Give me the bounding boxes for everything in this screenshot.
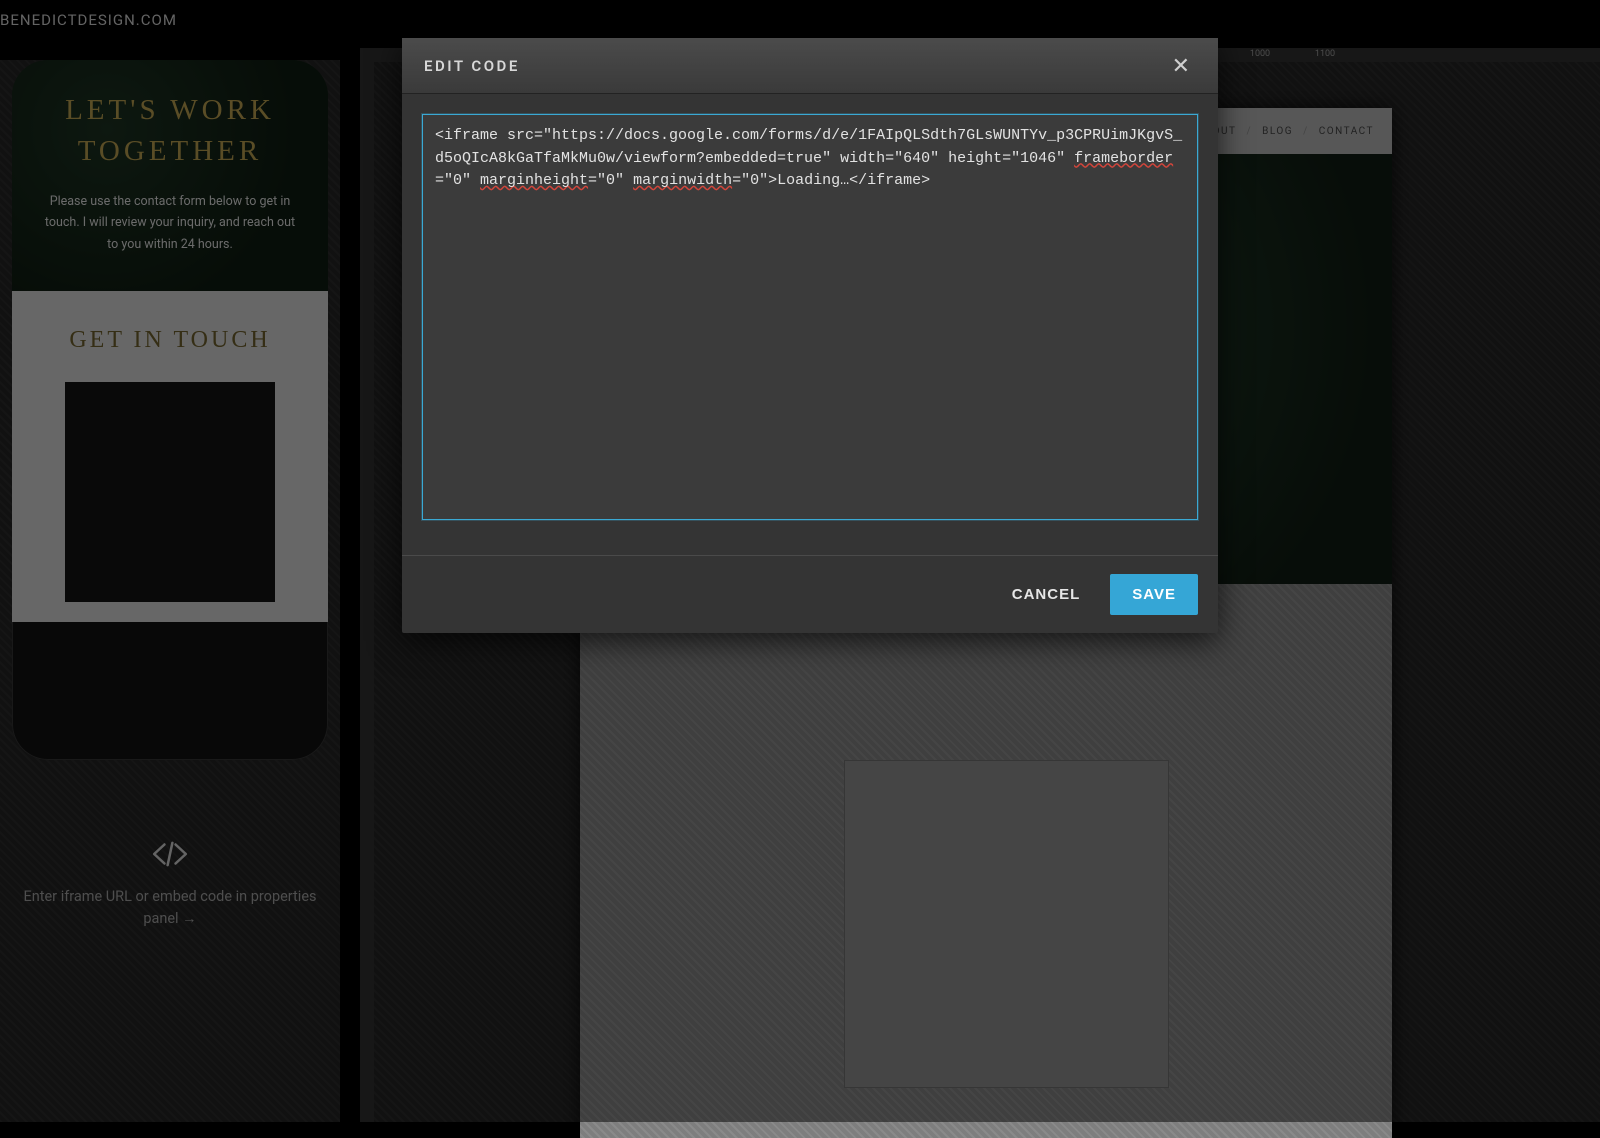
save-button[interactable]: SAVE <box>1110 574 1198 615</box>
modal-footer: CANCEL SAVE <box>402 555 1218 633</box>
close-button[interactable]: ✕ <box>1166 49 1196 83</box>
modal-body: <iframe src="https://docs.google.com/for… <box>402 94 1218 555</box>
modal-title: EDIT CODE <box>424 57 520 75</box>
cancel-button[interactable]: CANCEL <box>1006 576 1087 613</box>
close-icon: ✕ <box>1172 53 1190 78</box>
edit-code-modal: EDIT CODE ✕ <iframe src="https://docs.go… <box>402 38 1218 633</box>
modal-header: EDIT CODE ✕ <box>402 38 1218 94</box>
code-textarea[interactable]: <iframe src="https://docs.google.com/for… <box>422 114 1198 520</box>
